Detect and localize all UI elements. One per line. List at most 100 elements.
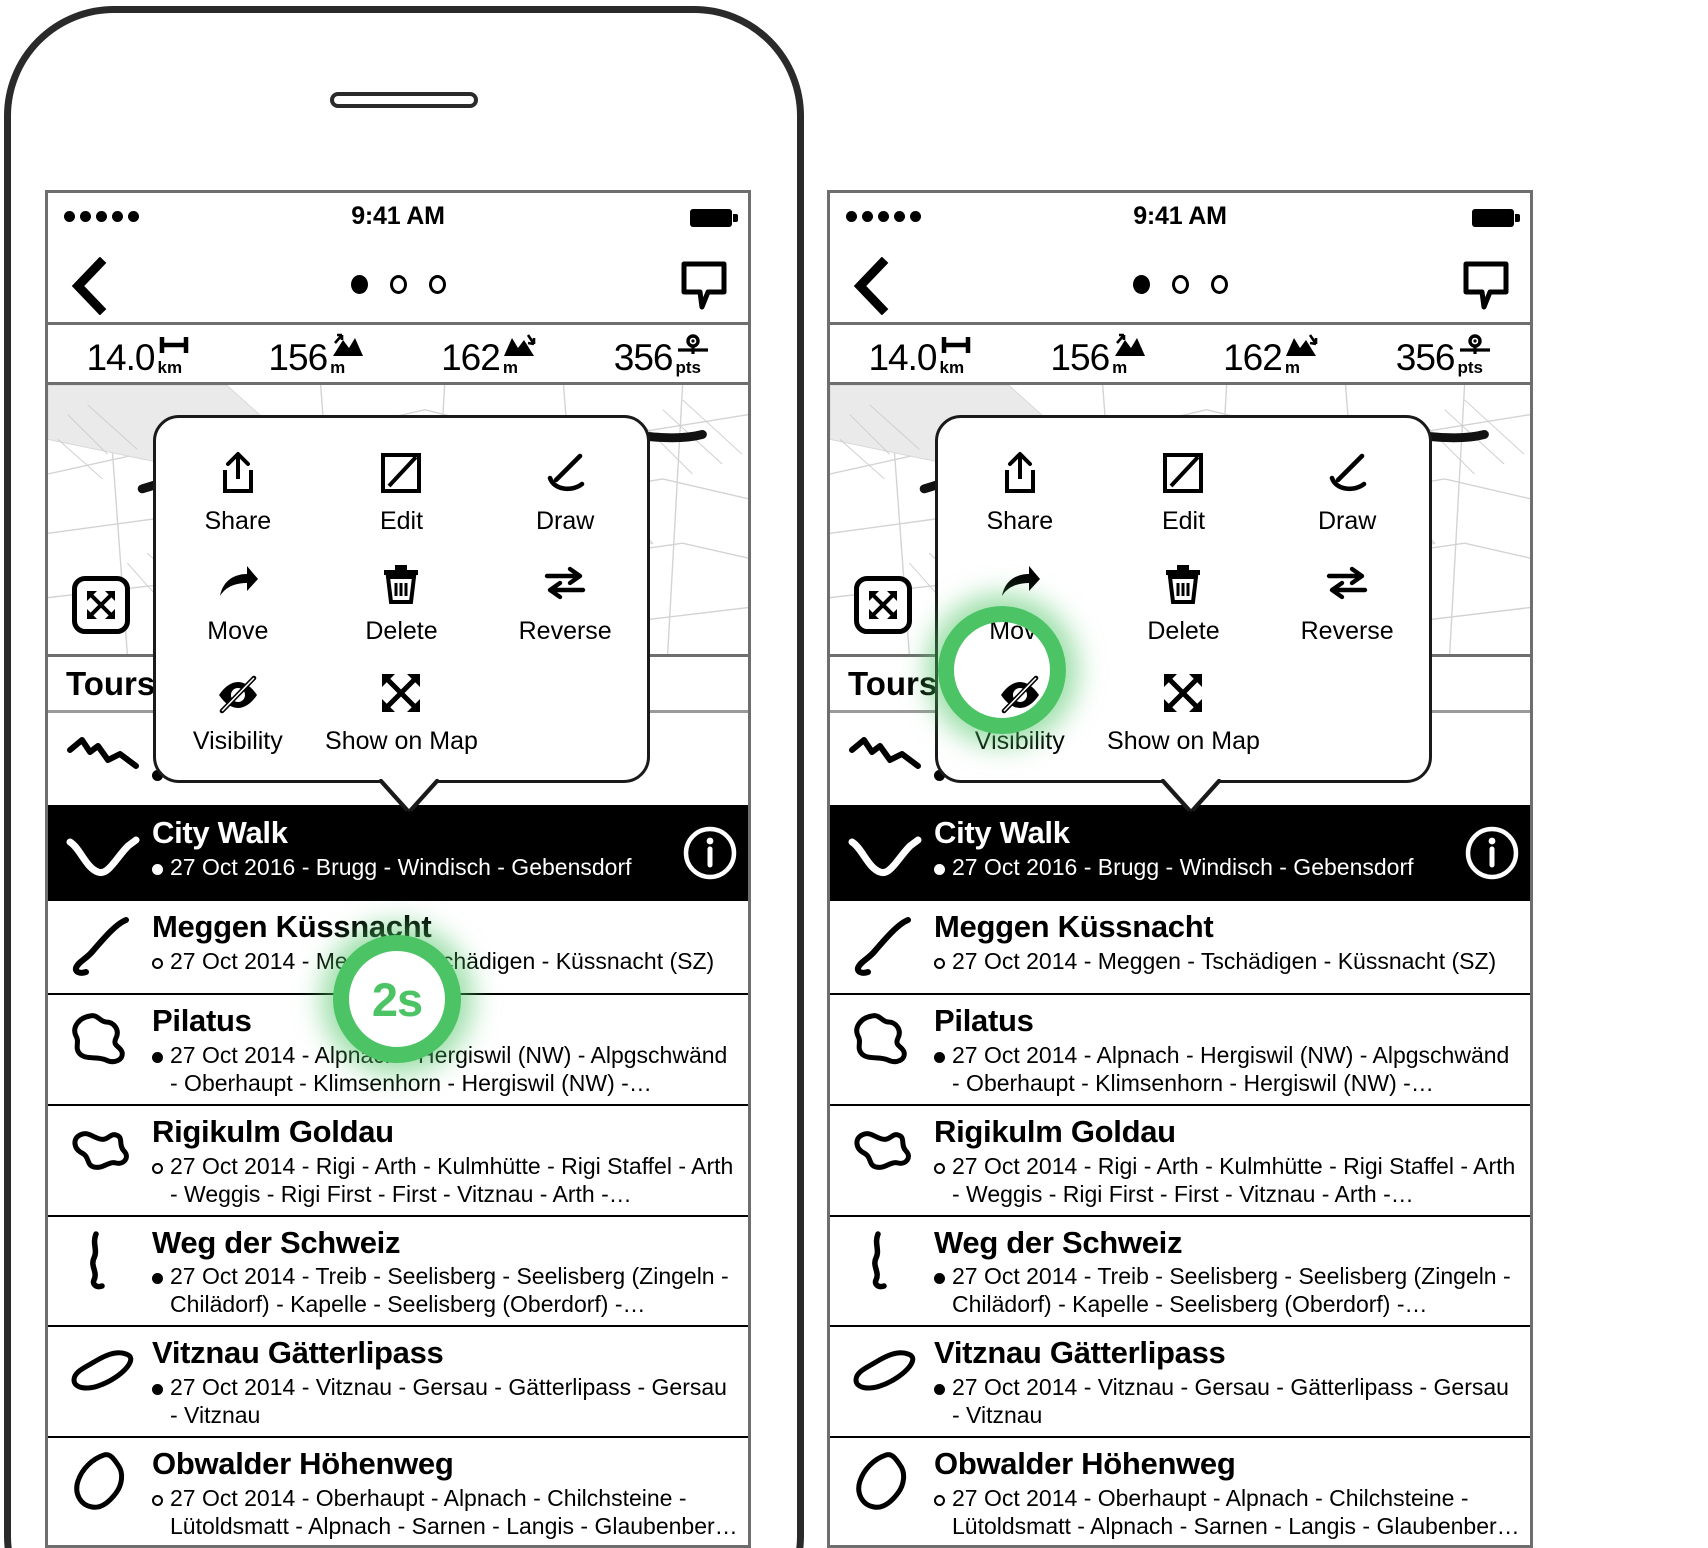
stat-ascent: 156 m <box>1050 332 1146 376</box>
tour-desc: 27 Oct 2014 - Alpnach - Hergiswil (NW) -… <box>152 1041 738 1097</box>
menu-item-draw[interactable]: Draw <box>483 440 647 546</box>
gesture-hold-badge: 2s <box>333 935 461 1063</box>
info-circle-icon[interactable] <box>682 825 738 881</box>
status-badge <box>152 1384 163 1396</box>
list-item[interactable]: Vitznau Gätterlipass 27 Oct 2014 - Vitzn… <box>48 1327 748 1439</box>
page-dot-3[interactable] <box>428 275 446 294</box>
speech-bubble-icon[interactable] <box>678 259 730 313</box>
list-item[interactable]: Pilatus 27 Oct 2014 - Alpnach - Hergiswi… <box>830 995 1530 1106</box>
menu-item-label: Show on Map <box>325 727 478 755</box>
tour-desc: 27 Oct 2016 - Brugg - Windisch - Gebensd… <box>152 853 676 881</box>
menu-item-reverse[interactable]: Reverse <box>483 550 647 656</box>
arrow-forward-icon <box>997 558 1043 608</box>
menu-item-show-on-map[interactable]: Show on Map <box>320 660 484 766</box>
tour-title: Obwalder Höhenweg <box>934 1447 1236 1482</box>
stat-unit: pts <box>675 357 702 377</box>
menu-item-delete[interactable]: Delete <box>1102 550 1266 656</box>
menu-item-label: Draw <box>1317 507 1377 535</box>
list-item[interactable]: Obwalder Höhenweg 27 Oct 2014 - Oberhaup… <box>830 1438 1530 1545</box>
list-item[interactable]: Weg der Schweiz 27 Oct 2014 - Treib - Se… <box>48 1216 748 1328</box>
diagonal-line-icon <box>60 908 152 986</box>
ascent-icon <box>1112 332 1146 358</box>
menu-item-label: Show on Map <box>1107 727 1260 755</box>
list-item[interactable]: City Walk 27 Oct 2016 - Brugg - Windisch… <box>48 807 748 901</box>
trash-icon <box>1160 558 1206 608</box>
menu-item-label: Edit <box>379 507 424 535</box>
speech-bubble-icon[interactable] <box>1460 259 1512 313</box>
expand-arrows-icon <box>378 668 424 718</box>
tour-desc: 27 Oct 2014 - Oberhaupt - Alpnach - Chil… <box>934 1484 1520 1540</box>
page-dot-1[interactable] <box>350 275 368 294</box>
menu-item-label: Reverse <box>1300 617 1394 645</box>
stat-unit: km <box>939 357 965 377</box>
list-item[interactable]: Rigikulm Goldau 27 Oct 2014 - Rigi - Art… <box>48 1105 748 1217</box>
status-badge <box>152 957 163 969</box>
distance-icon <box>939 332 973 358</box>
page-dot-1[interactable] <box>1132 275 1150 294</box>
page-dot-2[interactable] <box>389 275 407 294</box>
stat-points: 356 pts <box>1396 332 1492 376</box>
context-menu[interactable]: Share Edit Draw Move Delete Reverse Visi… <box>153 415 650 809</box>
stat-unit: m <box>1284 357 1300 377</box>
zigzag-loop-icon <box>60 1113 152 1191</box>
stat-value: 356 <box>613 336 674 378</box>
status-bar: 9:41 AM <box>830 193 1530 247</box>
menu-item-label: Edit <box>1161 507 1206 535</box>
stat-points: 356 pts <box>614 332 710 376</box>
tour-desc: 27 Oct 2014 - Rigi - Arth - Kulmhütte - … <box>934 1152 1520 1208</box>
menu-item-draw[interactable]: Draw <box>1265 440 1429 546</box>
list-item[interactable]: City Walk 27 Oct 2016 - Brugg - Windisch… <box>830 807 1530 901</box>
tour-title: Vitznau Gätterlipass <box>934 1336 1226 1371</box>
page-indicator[interactable] <box>830 275 1530 294</box>
stat-value: 14.0 <box>868 336 937 378</box>
menu-item-share[interactable]: Share <box>156 440 320 546</box>
page-dot-2[interactable] <box>1171 275 1189 294</box>
status-badge <box>152 1273 163 1285</box>
status-badge <box>934 957 945 969</box>
ridge-line-icon <box>842 720 934 798</box>
menu-item-show-on-map[interactable]: Show on Map <box>1102 660 1266 766</box>
stat-descent: 162 m <box>1223 332 1319 376</box>
page-dot-3[interactable] <box>1210 275 1228 294</box>
stat-descent: 162 m <box>441 332 537 376</box>
stat-unit: m <box>330 357 346 377</box>
menu-item-edit[interactable]: Edit <box>320 440 484 546</box>
menu-item-edit[interactable]: Edit <box>1102 440 1266 546</box>
stat-value: 356 <box>1395 336 1456 378</box>
leaf-loop-icon <box>842 1334 934 1412</box>
list-item[interactable]: Vitznau Gätterlipass 27 Oct 2014 - Vitzn… <box>830 1327 1530 1439</box>
tour-list[interactable]: Rigi Arth 27 Oct 2014 - Arth - R City Wa… <box>48 713 748 1545</box>
waypoints-icon <box>1458 332 1492 358</box>
list-item[interactable]: Meggen Küssnacht 27 Oct 2014 - Meggen - … <box>830 901 1530 995</box>
phone-screen-right: 9:41 AM 14.0 km 156 m 162 m 356 pts Tour… <box>827 190 1533 1548</box>
menu-item-label: Delete <box>1147 617 1220 645</box>
stat-unit: m <box>1112 357 1128 377</box>
valley-curve-icon <box>60 814 152 892</box>
status-clock: 9:41 AM <box>1133 202 1227 230</box>
descent-icon <box>1285 332 1319 358</box>
menu-item-share[interactable]: Share <box>938 440 1102 546</box>
menu-item-delete[interactable]: Delete <box>320 550 484 656</box>
draw-curve-icon <box>542 448 588 498</box>
tour-list[interactable]: Rigi Arth 27 Oct 2014 - Arth - R City Wa… <box>830 713 1530 1545</box>
menu-item-move[interactable]: Move <box>156 550 320 656</box>
list-item[interactable]: Rigikulm Goldau 27 Oct 2014 - Rigi - Art… <box>830 1105 1530 1217</box>
status-badge <box>934 1162 945 1174</box>
info-circle-icon[interactable] <box>1464 825 1520 881</box>
status-badge <box>934 1494 945 1506</box>
waypoints-icon <box>676 332 710 358</box>
gesture-duration-label: 2s <box>371 972 423 1026</box>
list-item[interactable]: Weg der Schweiz 27 Oct 2014 - Treib - Se… <box>830 1216 1530 1328</box>
map-fullscreen-button[interactable] <box>854 576 912 634</box>
menu-item-visibility[interactable]: Visibility <box>156 660 320 766</box>
battery-icon <box>690 209 738 227</box>
list-item[interactable]: Obwalder Höhenweg 27 Oct 2014 - Oberhaup… <box>48 1438 748 1545</box>
map-fullscreen-button[interactable] <box>72 576 130 634</box>
menu-item-reverse[interactable]: Reverse <box>1265 550 1429 656</box>
pencil-square-icon <box>1160 448 1206 498</box>
arrow-forward-icon <box>215 558 261 608</box>
page-indicator[interactable] <box>48 275 748 294</box>
tour-title: Weg der Schweiz <box>152 1225 401 1260</box>
stat-distance: 14.0 km <box>868 332 973 376</box>
tour-desc: 27 Oct 2014 - Alpnach - Hergiswil (NW) -… <box>934 1041 1520 1097</box>
